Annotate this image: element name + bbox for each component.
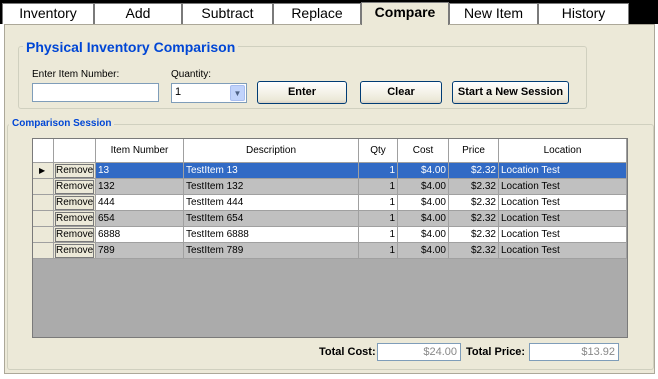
quantity-label: Quantity: [171, 69, 212, 80]
table-row[interactable]: Remove 789 TestItem 789 1 $4.00 $2.32 Location… [33, 243, 627, 259]
remove-cell: Remove [54, 179, 96, 195]
remove-cell: Remove [54, 163, 96, 179]
cell-price: $2.32 [449, 227, 499, 243]
row-selector[interactable] [33, 179, 54, 195]
cell-desc: TestItem 444 [184, 195, 359, 211]
cell-cost: $4.00 [398, 163, 449, 179]
chevron-down-icon[interactable]: ▼ [230, 85, 245, 101]
cell-cost: $4.00 [398, 211, 449, 227]
cell-item: 789 [96, 243, 184, 259]
table-row[interactable]: Remove 654 TestItem 654 1 $4.00 $2.32 Location… [33, 211, 627, 227]
cell-loc: Location Test [499, 227, 627, 243]
header-item-number[interactable]: Item Number [96, 139, 184, 163]
tab-add[interactable]: Add [94, 3, 182, 24]
start-new-session-button[interactable]: Start a New Session [452, 81, 569, 104]
grid-header: Item Number Description Qty Cost Price L… [33, 139, 627, 163]
tab-subtract[interactable]: Subtract [182, 3, 273, 24]
tab-compare[interactable]: Compare [361, 2, 449, 25]
table-row[interactable]: ▶ Remove 13 TestItem 13 1 $4.00 $2.32 Location … [33, 163, 627, 179]
session-grid: Item Number Description Qty Cost Price L… [32, 138, 628, 338]
cell-price: $2.32 [449, 211, 499, 227]
cell-qty: 1 [359, 211, 398, 227]
cell-desc: TestItem 132 [184, 179, 359, 195]
header-price[interactable]: Price [449, 139, 499, 163]
total-cost-field: $24.00 [377, 343, 461, 361]
cell-item: 444 [96, 195, 184, 211]
total-price-field: $13.92 [529, 343, 619, 361]
cell-qty: 1 [359, 243, 398, 259]
quantity-select[interactable]: 1 ▼ [171, 83, 247, 103]
cell-desc: TestItem 654 [184, 211, 359, 227]
cell-cost: $4.00 [398, 227, 449, 243]
cell-cost: $4.00 [398, 243, 449, 259]
tab-replace[interactable]: Replace [273, 3, 361, 24]
table-row[interactable]: Remove 444 TestItem 444 1 $4.00 $2.32 Location… [33, 195, 627, 211]
row-selector[interactable] [33, 195, 54, 211]
compare-panel: Physical Inventory Comparison Enter Item… [4, 24, 655, 374]
total-price-label: Total Price: [466, 346, 526, 358]
table-row[interactable]: Remove 132 TestItem 132 1 $4.00 $2.32 Location… [33, 179, 627, 195]
tab-history[interactable]: History [538, 3, 629, 24]
cell-cost: $4.00 [398, 179, 449, 195]
tab-new-item[interactable]: New Item [449, 3, 538, 24]
tab-bar: Inventory Add Subtract Replace Compare N… [0, 0, 658, 25]
enter-button[interactable]: Enter [257, 81, 347, 104]
cell-qty: 1 [359, 227, 398, 243]
row-selector[interactable] [33, 211, 54, 227]
cell-loc: Location Test [499, 243, 627, 259]
cell-desc: TestItem 13 [184, 163, 359, 179]
remove-cell: Remove [54, 227, 96, 243]
cell-item: 13 [96, 163, 184, 179]
header-cost[interactable]: Cost [398, 139, 449, 163]
cell-item: 6888 [96, 227, 184, 243]
current-row-arrow-icon: ▶ [39, 166, 46, 175]
header-remove [54, 139, 96, 163]
item-number-input[interactable] [32, 83, 159, 102]
cell-loc: Location Test [499, 179, 627, 195]
row-selector[interactable]: ▶ [33, 163, 54, 179]
total-cost-label: Total Cost: [319, 346, 376, 358]
cell-price: $2.32 [449, 243, 499, 259]
remove-cell: Remove [54, 243, 96, 259]
remove-cell: Remove [54, 211, 96, 227]
clear-button[interactable]: Clear [360, 81, 442, 104]
header-qty[interactable]: Qty [359, 139, 398, 163]
cell-loc: Location Test [499, 163, 627, 179]
comparison-session-title: Comparison Session [9, 118, 115, 129]
cell-qty: 1 [359, 195, 398, 211]
cell-qty: 1 [359, 163, 398, 179]
tab-inventory[interactable]: Inventory [2, 3, 94, 24]
remove-button[interactable]: Remove [55, 164, 94, 178]
remove-button[interactable]: Remove [55, 244, 94, 258]
cell-loc: Location Test [499, 211, 627, 227]
quantity-value: 1 [175, 86, 182, 98]
cell-item: 654 [96, 211, 184, 227]
remove-button[interactable]: Remove [55, 212, 94, 226]
comparison-title: Physical Inventory Comparison [23, 39, 239, 55]
remove-cell: Remove [54, 195, 96, 211]
cell-item: 132 [96, 179, 184, 195]
remove-button[interactable]: Remove [55, 196, 94, 210]
remove-button[interactable]: Remove [55, 228, 94, 242]
remove-button[interactable]: Remove [55, 180, 94, 194]
header-location[interactable]: Location [499, 139, 627, 163]
cell-price: $2.32 [449, 195, 499, 211]
table-row[interactable]: Remove 6888 TestItem 6888 1 $4.00 $2.32 Locati… [33, 227, 627, 243]
row-selector[interactable] [33, 227, 54, 243]
cell-qty: 1 [359, 179, 398, 195]
cell-desc: TestItem 789 [184, 243, 359, 259]
cell-cost: $4.00 [398, 195, 449, 211]
cell-price: $2.32 [449, 179, 499, 195]
row-selector[interactable] [33, 243, 54, 259]
cell-loc: Location Test [499, 195, 627, 211]
cell-price: $2.32 [449, 163, 499, 179]
header-description[interactable]: Description [184, 139, 359, 163]
cell-desc: TestItem 6888 [184, 227, 359, 243]
item-number-label: Enter Item Number: [32, 69, 120, 80]
header-row-selector [33, 139, 54, 163]
